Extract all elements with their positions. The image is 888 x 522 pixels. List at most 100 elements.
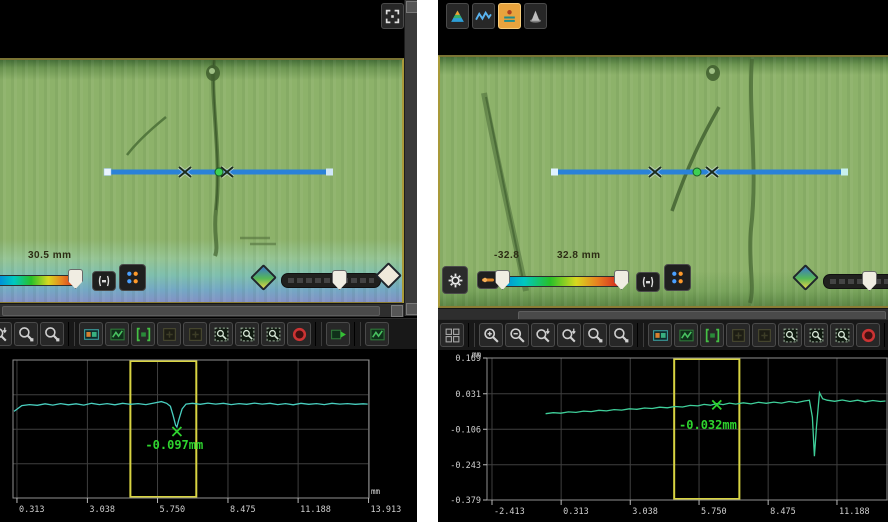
zoom-prev-icon[interactable] xyxy=(14,322,38,346)
line-endpoint-handle[interactable] xyxy=(551,169,558,176)
region-zoom-icon[interactable] xyxy=(778,323,802,347)
x-tick-label: 5.750 xyxy=(701,507,727,517)
record-icon[interactable] xyxy=(287,322,311,346)
x-tick-label: 3.038 xyxy=(632,507,658,517)
height-map-view-icon[interactable] xyxy=(446,3,469,29)
scrubber-handle-icon[interactable] xyxy=(332,270,347,290)
zoom-next-icon[interactable] xyxy=(609,323,633,347)
measure-point-dot[interactable] xyxy=(693,168,701,176)
toolbar-separator xyxy=(315,322,322,346)
measure-point-dot[interactable] xyxy=(215,168,223,176)
layer-profile-view-icon[interactable] xyxy=(498,3,521,29)
save-profile-icon[interactable] xyxy=(365,322,389,346)
right-chart-toolbar xyxy=(438,319,888,351)
toolbar-separator xyxy=(884,323,888,347)
gear-icon[interactable] xyxy=(442,266,468,294)
color-scale-value: 30.5 mm xyxy=(28,250,72,261)
y-tick-label: -0.106 xyxy=(450,425,481,435)
scroll-up-icon[interactable] xyxy=(406,1,417,13)
left-profile-chart[interactable]: -0.097mm0.3133.0385.7508.47511.18813.913… xyxy=(0,352,417,522)
app-root: 30.5 mm -0.097mm0.3133.0385 xyxy=(0,0,888,522)
left-scan-image[interactable]: 30.5 mm xyxy=(0,58,404,304)
histogram-toggle-icon[interactable] xyxy=(636,272,660,292)
x-tick-label: 11.188 xyxy=(839,507,870,517)
measurement-line[interactable] xyxy=(551,167,848,177)
color-scale-bar xyxy=(0,275,79,286)
color-scale-min-value: -32.8 xyxy=(494,250,519,261)
record-icon[interactable] xyxy=(856,323,880,347)
right-scan-image[interactable]: -32.8 32.8 mm xyxy=(438,55,888,308)
zoom-pan-2-icon[interactable] xyxy=(557,323,581,347)
disabled-tool-2-icon[interactable] xyxy=(752,323,776,347)
profile-line xyxy=(14,402,368,427)
y-tick-label: 0.031 xyxy=(455,390,481,400)
horizontal-scrollbar[interactable] xyxy=(0,303,404,317)
fullscreen-icon[interactable] xyxy=(381,3,404,29)
toolbar-separator xyxy=(354,322,361,346)
green-image-icon[interactable] xyxy=(674,323,698,347)
scratch-mark xyxy=(750,59,754,303)
depth-value-label: -0.097mm xyxy=(145,438,203,452)
zoom-out-icon[interactable] xyxy=(505,323,529,347)
region-zoom-2-icon[interactable] xyxy=(804,323,828,347)
color-image-icon[interactable] xyxy=(648,323,672,347)
zoom-prev-icon[interactable] xyxy=(583,323,607,347)
layout-dots-icon[interactable] xyxy=(119,264,146,291)
measurement-line[interactable] xyxy=(104,167,333,177)
scroll-right-icon[interactable] xyxy=(391,305,403,317)
vertical-scrollbar[interactable] xyxy=(404,0,417,316)
region-zoom-3-icon[interactable] xyxy=(830,323,854,347)
disabled-tool-icon[interactable] xyxy=(157,322,181,346)
left-viewer-panel: 30.5 mm -0.097mm0.3133.0385 xyxy=(0,0,417,522)
line-endpoint-handle[interactable] xyxy=(841,169,848,176)
display-settings-icon[interactable] xyxy=(440,323,464,347)
histogram-toggle-icon[interactable] xyxy=(92,271,116,291)
x-tick-label: 11.188 xyxy=(300,505,331,515)
disabled-tool-2-icon[interactable] xyxy=(183,322,207,346)
depth-marker-icon[interactable] xyxy=(172,427,181,436)
color-scale-bar xyxy=(502,276,622,287)
left-scan-overlay xyxy=(0,60,402,302)
zoom-in-icon[interactable] xyxy=(479,323,503,347)
zoom-pan-icon[interactable] xyxy=(531,323,555,347)
fit-width-icon[interactable] xyxy=(131,322,155,346)
zoom-pan-icon[interactable] xyxy=(0,322,12,346)
green-image-icon[interactable] xyxy=(105,322,129,346)
right-viewer-panel: -32.8 32.8 mm -0.032mm-2.4130.3133.0385.… xyxy=(438,0,888,522)
left-view-toolbar xyxy=(381,3,404,29)
depth-value-label: -0.032mm xyxy=(679,418,737,432)
toolbar-separator xyxy=(68,322,75,346)
y-tick-label: -0.243 xyxy=(450,461,481,471)
frame-scrubber[interactable] xyxy=(823,274,888,289)
profile-wave-view-icon[interactable] xyxy=(472,3,495,29)
peak-view-icon[interactable] xyxy=(524,3,547,29)
fit-width-icon[interactable] xyxy=(700,323,724,347)
scrubber-handle-icon[interactable] xyxy=(862,271,877,291)
scroll-down-icon[interactable] xyxy=(406,303,417,315)
left-chart-toolbar xyxy=(0,318,417,350)
toolbar-separator xyxy=(468,323,475,347)
right-profile-chart[interactable]: -0.032mm-2.4130.3133.0385.7508.47511.188… xyxy=(438,352,888,522)
toolbar-separator xyxy=(637,323,644,347)
scroll-thumb[interactable] xyxy=(2,306,380,316)
scratch-mark xyxy=(672,107,719,211)
region-zoom-2-icon[interactable] xyxy=(235,322,259,346)
x-tick-label: 8.475 xyxy=(770,507,796,517)
x-tick-label: 8.475 xyxy=(230,505,256,515)
region-zoom-3-icon[interactable] xyxy=(261,322,285,346)
layout-dots-icon[interactable] xyxy=(664,264,691,291)
axis-unit-label: mm xyxy=(472,352,482,359)
y-tick-label: -0.379 xyxy=(450,496,481,506)
line-endpoint-handle[interactable] xyxy=(326,169,333,176)
color-scale-max-value: 32.8 mm xyxy=(557,250,601,261)
region-zoom-icon[interactable] xyxy=(209,322,233,346)
x-tick-label: 5.750 xyxy=(160,505,186,515)
line-endpoint-handle[interactable] xyxy=(104,169,111,176)
color-image-icon[interactable] xyxy=(79,322,103,346)
frame-scrubber[interactable] xyxy=(281,273,381,288)
export-icon[interactable] xyxy=(326,322,350,346)
disabled-tool-icon[interactable] xyxy=(726,323,750,347)
scrubber-track xyxy=(288,278,374,283)
zoom-next-icon[interactable] xyxy=(40,322,64,346)
x-tick-label: 3.038 xyxy=(89,505,115,515)
